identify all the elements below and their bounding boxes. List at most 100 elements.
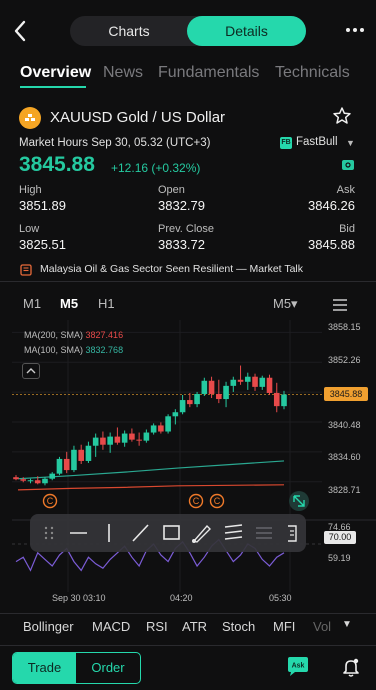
prev-close-value: 3833.72 bbox=[158, 237, 205, 252]
market-hours: Market Hours Sep 30, 05.32 (UTC+3) bbox=[19, 137, 211, 149]
chart-settings-menu-icon[interactable] bbox=[333, 298, 347, 311]
candle-body bbox=[281, 394, 287, 407]
candle-body bbox=[85, 445, 92, 461]
ask-chat-icon[interactable]: Ask bbox=[286, 656, 310, 678]
gold-icon bbox=[19, 107, 41, 129]
trade-button[interactable]: Trade bbox=[13, 653, 76, 683]
y-tick-label: 3828.71 bbox=[328, 485, 361, 495]
trade-order-toggle: Trade Order bbox=[12, 652, 141, 684]
trend-line-tool-icon[interactable] bbox=[132, 524, 149, 542]
brush-tool-icon[interactable] bbox=[192, 524, 211, 543]
timeframe-dropdown[interactable]: M5▾ bbox=[273, 296, 298, 312]
drag-handle-icon[interactable] bbox=[44, 526, 54, 540]
back-arrow-icon[interactable] bbox=[10, 18, 32, 44]
candle-body bbox=[165, 416, 171, 432]
indicator-mfi[interactable]: MFI bbox=[273, 619, 295, 634]
candle-body bbox=[273, 392, 280, 407]
tab-overview[interactable]: Overview bbox=[20, 64, 91, 82]
candle-body bbox=[158, 425, 164, 432]
candle-body bbox=[201, 380, 208, 394]
rsi-tick-label: 59.19 bbox=[328, 553, 351, 563]
candle-body bbox=[216, 393, 222, 400]
candle-body bbox=[230, 379, 237, 386]
price-alert-bell-icon[interactable] bbox=[340, 656, 362, 678]
candle-body bbox=[143, 432, 150, 441]
broker-selector[interactable]: FastBull bbox=[296, 136, 338, 148]
y-tick-label: 3834.60 bbox=[328, 452, 361, 462]
charts-tab[interactable]: Charts bbox=[70, 16, 188, 46]
rectangle-tool-icon[interactable] bbox=[163, 525, 180, 540]
prev-close-label: Prev. Close bbox=[158, 223, 215, 235]
x-tick-label: 05:30 bbox=[269, 593, 292, 603]
x-tick-label: 04:20 bbox=[170, 593, 193, 603]
candle-body bbox=[179, 400, 186, 413]
details-tab[interactable]: Details bbox=[187, 16, 306, 46]
ma200-line bbox=[17, 484, 285, 491]
high-label: High bbox=[19, 184, 42, 196]
low-label: Low bbox=[19, 223, 40, 235]
camera-icon[interactable] bbox=[341, 158, 355, 172]
bid-label: Bid bbox=[339, 223, 355, 235]
channel-tool-icon[interactable] bbox=[256, 527, 272, 539]
tab-fundamentals[interactable]: Fundamentals bbox=[158, 64, 259, 82]
candle-body bbox=[20, 479, 27, 481]
indicator-macd[interactable]: MACD bbox=[92, 619, 130, 634]
candle-body bbox=[121, 433, 128, 443]
low-value: 3825.51 bbox=[19, 237, 66, 252]
candle-body bbox=[259, 377, 266, 387]
candle-body bbox=[92, 437, 99, 446]
candle-body bbox=[34, 480, 41, 484]
fibonacci-tool-icon[interactable] bbox=[224, 524, 243, 540]
news-icon bbox=[20, 263, 32, 276]
candle-body bbox=[114, 436, 121, 443]
text-tool-icon[interactable] bbox=[288, 525, 297, 542]
indicator-vol[interactable]: Vol bbox=[313, 619, 331, 634]
fastbull-logo-icon: FB bbox=[280, 137, 292, 149]
event-marker-label: C bbox=[214, 496, 221, 506]
timeframe-m5[interactable]: M5 bbox=[60, 296, 78, 311]
event-marker-label: C bbox=[193, 496, 200, 506]
indicator-atr[interactable]: ATR bbox=[182, 619, 207, 634]
price-change: +12.16 (+0.32%) bbox=[111, 161, 201, 175]
candlestick-series bbox=[13, 365, 287, 486]
candle-body bbox=[100, 437, 106, 445]
more-menu-icon[interactable] bbox=[344, 22, 366, 38]
open-value: 3832.79 bbox=[158, 198, 205, 213]
tab-news[interactable]: News bbox=[103, 64, 143, 82]
news-headline[interactable]: Malaysia Oil & Gas Sector Seen Resilient… bbox=[40, 263, 303, 275]
high-value: 3851.89 bbox=[19, 198, 66, 213]
candle-body bbox=[71, 449, 77, 471]
ask-label: Ask bbox=[336, 184, 355, 196]
candle-body bbox=[42, 478, 48, 484]
order-button[interactable]: Order bbox=[76, 653, 140, 683]
chevron-down-icon[interactable]: ▼ bbox=[342, 619, 352, 630]
timeframe-h1[interactable]: H1 bbox=[98, 296, 115, 311]
candle-body bbox=[13, 477, 19, 480]
candle-body bbox=[194, 393, 200, 405]
ma100-value: 3832.768 bbox=[85, 345, 124, 355]
candle-body bbox=[244, 376, 251, 382]
collapse-legend-button[interactable] bbox=[22, 363, 40, 379]
candle-body bbox=[129, 433, 135, 440]
rsi-value-tag: 70.00 bbox=[324, 531, 356, 544]
price-chart[interactable]: CCC bbox=[0, 320, 376, 610]
candle-body bbox=[78, 449, 84, 461]
indicator-stoch[interactable]: Stoch bbox=[222, 619, 255, 634]
ma200-legend: MA(200, SMA) 3827.416 bbox=[24, 330, 123, 340]
instrument-title: XAUUSD Gold / US Dollar bbox=[50, 109, 226, 126]
timeframe-m1[interactable]: M1 bbox=[23, 296, 41, 311]
candle-body bbox=[252, 376, 258, 387]
candle-body bbox=[187, 400, 193, 405]
last-price: 3845.88 bbox=[19, 153, 95, 176]
indicator-bollinger[interactable]: Bollinger bbox=[23, 619, 74, 634]
candle-body bbox=[223, 385, 229, 400]
chevron-down-icon[interactable]: ▼ bbox=[346, 138, 355, 148]
ask-label: Ask bbox=[292, 663, 305, 670]
y-tick-label: 3840.48 bbox=[328, 420, 361, 430]
tab-technicals[interactable]: Technicals bbox=[275, 64, 350, 82]
candle-body bbox=[27, 480, 34, 482]
favorite-star-icon[interactable] bbox=[332, 106, 352, 126]
ma200-value: 3827.416 bbox=[85, 330, 124, 340]
indicator-rsi[interactable]: RSI bbox=[146, 619, 168, 634]
active-tab-indicator bbox=[20, 86, 86, 88]
